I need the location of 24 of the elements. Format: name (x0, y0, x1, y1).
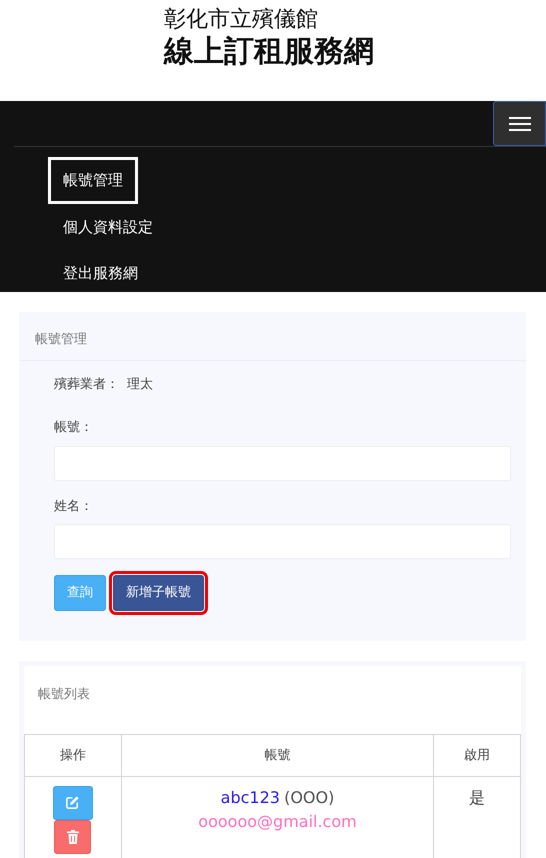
site-title: 線上訂租服務網 (164, 34, 375, 70)
site-subtitle: 彰化市立殯儀館 (164, 6, 319, 34)
menu-icon (508, 116, 530, 132)
account-email: oooooo@gmail.com (198, 812, 357, 831)
account-name: (OOO) (284, 788, 334, 807)
edit-button[interactable] (52, 786, 93, 820)
panel-title: 帳號管理 (19, 312, 526, 360)
column-header: 帳號 (121, 734, 434, 776)
nav-link[interactable]: 帳號管理 (48, 157, 138, 204)
vendor-label: 殯葬業者： (54, 376, 119, 394)
enabled-text: 是 (469, 788, 486, 807)
column-header: 啟用 (434, 734, 520, 776)
column-header: 操作 (24, 734, 122, 776)
delete-button[interactable] (54, 820, 92, 854)
trash-icon (66, 830, 79, 844)
vendor-value: 理太 (127, 376, 153, 394)
edit-icon (65, 795, 80, 810)
nav-link[interactable]: 個人資料設定 (48, 204, 168, 250)
panel-title: 帳號列表 (37, 686, 91, 704)
menu-button[interactable] (493, 101, 546, 146)
field-label: 姓名： (54, 498, 94, 516)
account-link[interactable]: abc123 (220, 788, 280, 807)
nav-link[interactable]: 登出服務網 (48, 250, 153, 296)
field-label: 帳號： (54, 419, 94, 437)
